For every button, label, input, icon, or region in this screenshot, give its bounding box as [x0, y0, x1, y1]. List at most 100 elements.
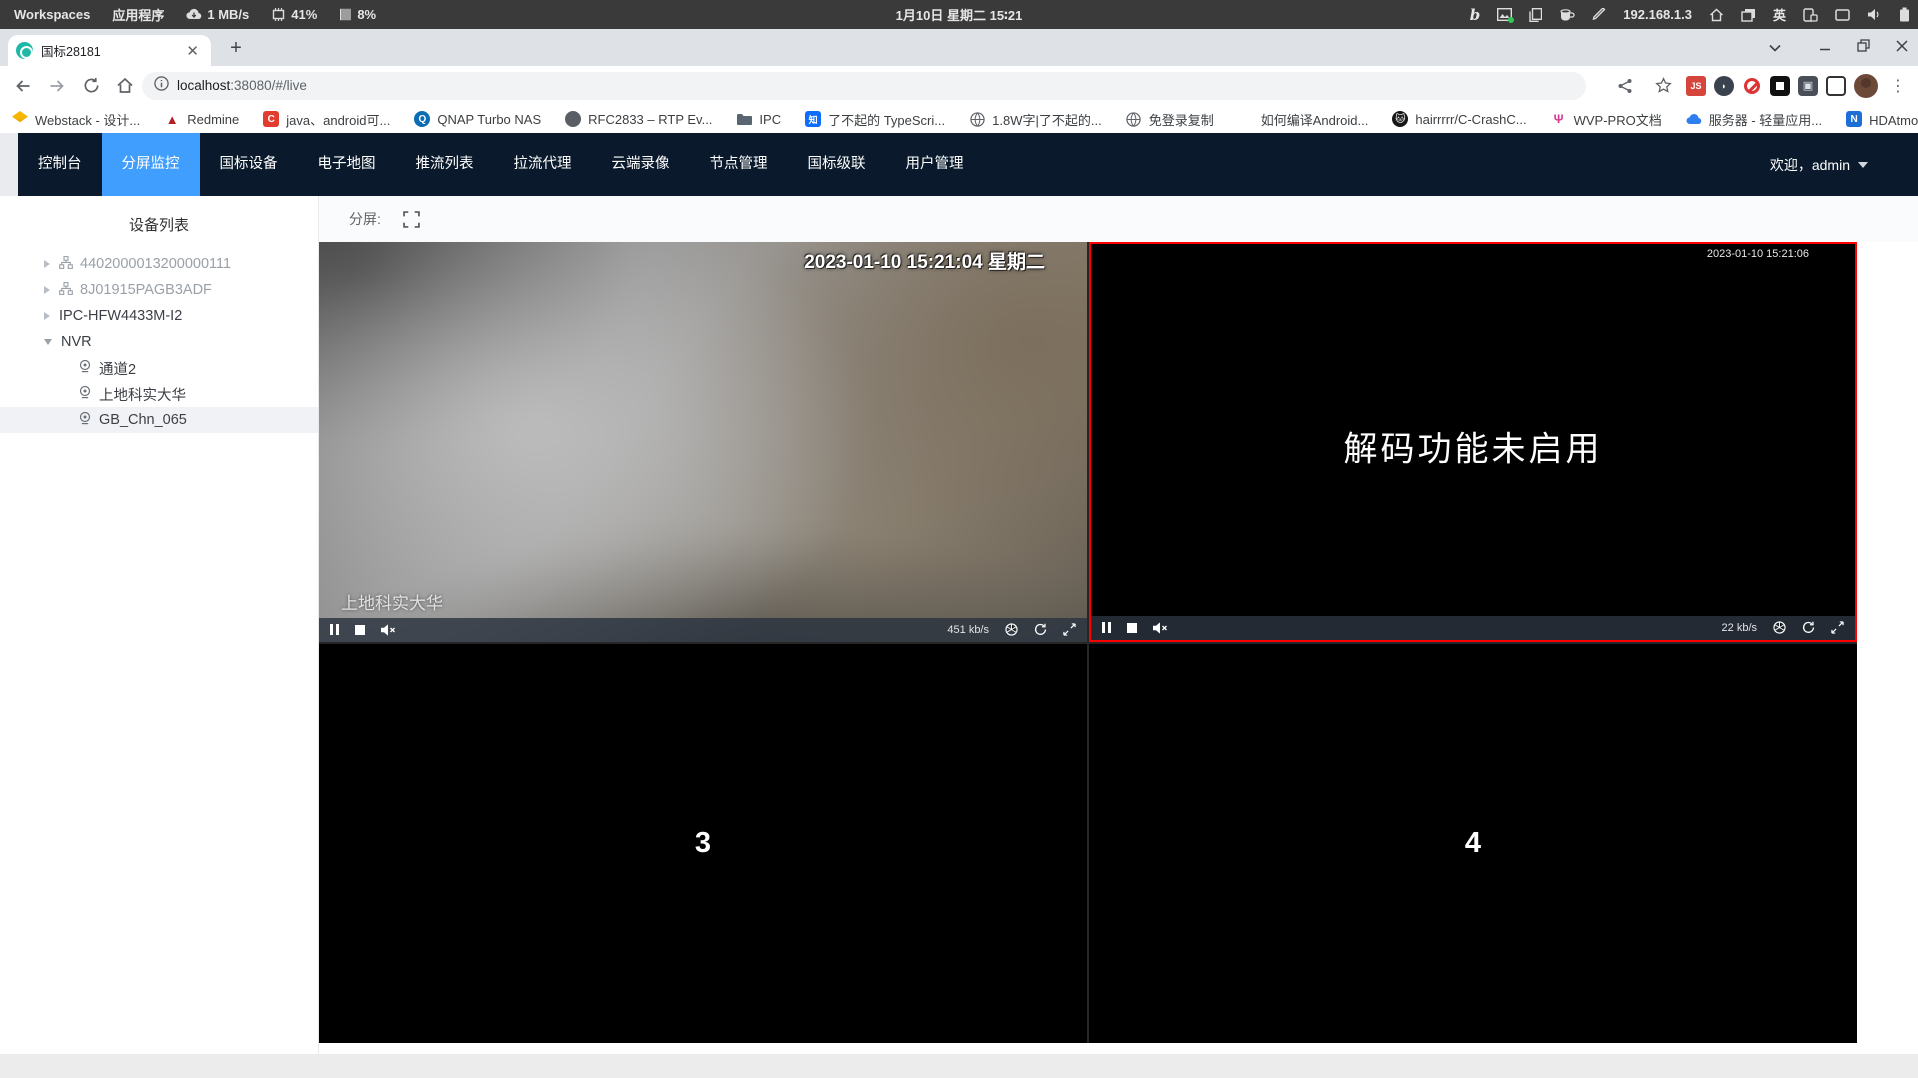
cell-fullscreen-icon[interactable] [1831, 621, 1844, 634]
home-tray-icon[interactable] [1709, 8, 1724, 22]
screenshot-tool-icon[interactable] [1497, 8, 1515, 23]
volume-tray-icon[interactable] [1867, 8, 1882, 21]
extension-frame-icon[interactable] [1826, 75, 1846, 96]
bookmark-item[interactable]: 服务器 - 轻量应用... [1686, 110, 1822, 129]
extension-adblock-icon[interactable] [1742, 75, 1762, 96]
bookmark-item[interactable]: IPC [736, 111, 781, 127]
battery-tray-icon[interactable] [1899, 7, 1910, 22]
browser-menu-icon[interactable]: ⋮ [1886, 76, 1910, 96]
coffee-tray-icon[interactable] [1559, 8, 1575, 21]
extension-square-icon[interactable] [1770, 75, 1790, 96]
applications-menu[interactable]: 应用程序 [112, 5, 164, 24]
bookmark-item[interactable]: 🨅 如何编译Android... [1238, 110, 1369, 129]
tree-node-platform[interactable]: 8J01915PAGB3ADF [0, 277, 318, 303]
input-language-indicator[interactable]: 英 [1773, 5, 1786, 24]
home-button[interactable] [110, 71, 140, 101]
cell-fullscreen-icon[interactable] [1063, 623, 1076, 636]
tree-node-channel[interactable]: 上地科实大华 [0, 381, 318, 407]
split-3x3-button[interactable] [480, 211, 497, 228]
network-speed-indicator: 1 MB/s [186, 7, 249, 22]
nav-item-split-monitor[interactable]: 分屏监控 [101, 133, 200, 196]
workspaces-button[interactable]: Workspaces [14, 7, 90, 22]
tree-node-channel[interactable]: 通道2 [0, 355, 318, 381]
mute-icon[interactable] [1153, 621, 1168, 634]
nav-item-push-list[interactable]: 推流列表 [396, 133, 494, 196]
nav-item-gb-devices[interactable]: 国标设备 [200, 133, 298, 196]
globe-favicon [969, 111, 985, 127]
nav-item-console[interactable]: 控制台 [18, 133, 102, 196]
nav-item-user-manage[interactable]: 用户管理 [886, 133, 984, 196]
back-button[interactable] [8, 71, 38, 101]
bookmark-item[interactable]: N HDAtmos :: 种子 *... [1846, 110, 1918, 129]
bookmark-item[interactable]: Webstack - 设计... [12, 110, 140, 129]
split-2x2-button[interactable] [442, 211, 458, 227]
stream-settings-icon[interactable] [1005, 623, 1018, 636]
profile-avatar[interactable] [1854, 73, 1878, 98]
caret-right-icon[interactable] [44, 286, 50, 294]
bookmark-item[interactable]: Ψ WVP-PRO文档 [1551, 110, 1662, 129]
url-bar[interactable]: localhost:38080/#/live [142, 72, 1586, 100]
share-icon[interactable] [1610, 71, 1640, 101]
site-info-icon[interactable] [154, 76, 169, 96]
restore-button[interactable] [1857, 39, 1870, 56]
fullscreen-icon[interactable] [403, 210, 420, 228]
extension-dark-icon[interactable]: ◗ [1714, 75, 1734, 96]
bookmark-item[interactable]: 知了不起的 TypeScri... [805, 110, 945, 129]
extension-js-icon[interactable]: JS [1686, 75, 1706, 96]
tree-node-label: NVR [61, 334, 92, 350]
windows-stack-icon[interactable] [1741, 8, 1756, 22]
reload-button[interactable] [76, 71, 106, 101]
tree-node-device[interactable]: IPC-HFW4433M-I2 [0, 303, 318, 329]
mute-icon[interactable] [381, 623, 396, 636]
user-menu[interactable]: 欢迎，admin [1770, 133, 1868, 196]
clipboard-tray-icon[interactable] [1529, 7, 1543, 22]
cloud-download-icon [186, 8, 202, 21]
video-cell-3[interactable]: 3 [319, 643, 1087, 1043]
ip-address-indicator[interactable]: 192.168.1.3 [1623, 7, 1692, 22]
bookmark-label: 免登录复制 [1148, 112, 1214, 128]
bookmark-item[interactable]: Cjava、android可... [263, 110, 390, 129]
nav-item-cloud-record[interactable]: 云端录像 [592, 133, 690, 196]
pen-tray-icon[interactable] [1592, 7, 1606, 22]
extensions-puzzle-icon[interactable]: ▣ [1798, 75, 1818, 96]
pause-button[interactable] [1102, 622, 1111, 633]
browser-tab[interactable]: 国标28181 ✕ [8, 35, 211, 66]
caret-down-icon[interactable] [44, 339, 52, 345]
nav-item-gb-cascade[interactable]: 国标级联 [788, 133, 886, 196]
new-tab-button[interactable]: + [222, 35, 250, 63]
stop-button[interactable] [1127, 622, 1137, 633]
video-cell-1[interactable]: 2023-01-10 15:21:04 星期二 上地科实大华 451 kb/s [319, 242, 1087, 642]
minimize-button[interactable] [1819, 39, 1831, 56]
video-cell-4[interactable]: 4 [1089, 643, 1857, 1043]
bookmark-item[interactable]: 免登录复制 [1126, 110, 1214, 129]
stream-settings-icon[interactable] [1773, 621, 1786, 634]
tree-node-device[interactable]: NVR [0, 329, 318, 355]
video-cell-2[interactable]: 2023-01-10 15:21:06 解码功能未启用 22 kb/s [1089, 242, 1857, 642]
refresh-stream-icon[interactable] [1034, 623, 1047, 636]
phone-link-icon[interactable] [1803, 7, 1818, 22]
tree-node-channel-selected[interactable]: GB_Chn_065 [0, 407, 318, 433]
tab-search-chevron-icon[interactable] [1769, 39, 1781, 56]
bookmark-item[interactable]: 1.8W字|了不起的... [969, 110, 1102, 129]
stop-button[interactable] [355, 624, 365, 635]
clock[interactable]: 1月10日 星期二 15∶21 [896, 5, 1023, 24]
refresh-stream-icon[interactable] [1802, 621, 1815, 634]
tree-node-platform[interactable]: 4402000013200000111 [0, 251, 318, 277]
bookmark-star-icon[interactable] [1648, 71, 1678, 101]
pause-button[interactable] [330, 624, 339, 635]
caret-right-icon[interactable] [44, 260, 50, 268]
close-window-button[interactable] [1896, 39, 1908, 56]
caret-right-icon[interactable] [44, 312, 50, 320]
clock-label: 1月10日 星期二 15∶21 [895, 8, 1023, 23]
bookmark-item[interactable]: 🐱 hairrrrr/C-CrashC... [1392, 111, 1527, 127]
bing-tray-icon[interactable]: b [1470, 6, 1481, 24]
bookmark-item[interactable]: Q QNAP Turbo NAS [414, 111, 541, 127]
forward-button[interactable] [42, 71, 72, 101]
bookmark-item[interactable]: ▲ Redmine [164, 111, 239, 127]
bookmark-item[interactable]: RFC2833 – RTP Ev... [565, 111, 712, 127]
tab-close-icon[interactable]: ✕ [182, 42, 203, 60]
window-tray-icon[interactable] [1835, 8, 1850, 21]
nav-item-pull-proxy[interactable]: 拉流代理 [494, 133, 592, 196]
nav-item-map[interactable]: 电子地图 [298, 133, 396, 196]
nav-item-node-manage[interactable]: 节点管理 [690, 133, 788, 196]
